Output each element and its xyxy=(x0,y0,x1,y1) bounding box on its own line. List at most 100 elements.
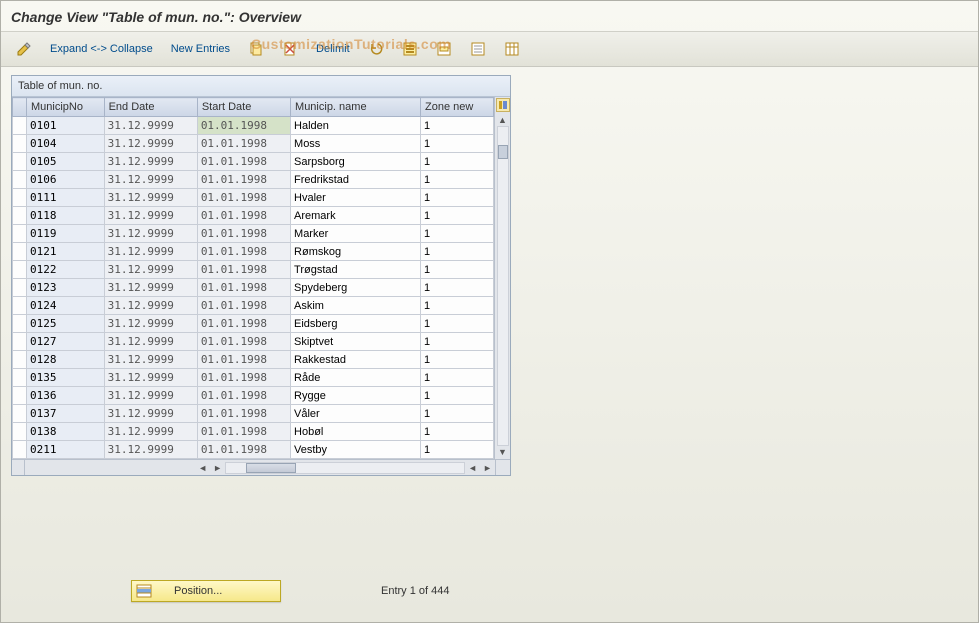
cell-municipname[interactable]: Spydeberg xyxy=(291,279,421,297)
table-row[interactable]: 010431.12.999901.01.1998Moss1 xyxy=(13,135,494,153)
cell-zonenew[interactable]: 1 xyxy=(421,279,494,297)
table-row[interactable]: 012831.12.999901.01.1998Rakkestad1 xyxy=(13,351,494,369)
table-row[interactable]: 012131.12.999901.01.1998Rømskog1 xyxy=(13,243,494,261)
cell-municipno[interactable]: 0211 xyxy=(27,441,105,459)
table-row[interactable]: 013731.12.999901.01.1998Våler1 xyxy=(13,405,494,423)
cell-zonenew[interactable]: 1 xyxy=(421,225,494,243)
row-selector[interactable] xyxy=(13,315,27,333)
row-selector[interactable] xyxy=(13,351,27,369)
row-selector[interactable] xyxy=(13,135,27,153)
cell-zonenew[interactable]: 1 xyxy=(421,333,494,351)
cell-municipname[interactable]: Hvaler xyxy=(291,189,421,207)
cell-municipno[interactable]: 0128 xyxy=(27,351,105,369)
select-block-button[interactable] xyxy=(429,38,459,60)
cell-zonenew[interactable]: 1 xyxy=(421,423,494,441)
vscroll-thumb[interactable] xyxy=(498,145,508,159)
col-municipno[interactable]: MunicipNo xyxy=(27,98,105,117)
cell-zonenew[interactable]: 1 xyxy=(421,171,494,189)
cell-municipno[interactable]: 0105 xyxy=(27,153,105,171)
table-row[interactable]: 010631.12.999901.01.1998Fredrikstad1 xyxy=(13,171,494,189)
row-selector[interactable] xyxy=(13,441,27,459)
table-row[interactable]: 010531.12.999901.01.1998Sarpsborg1 xyxy=(13,153,494,171)
table-row[interactable]: 011931.12.999901.01.1998Marker1 xyxy=(13,225,494,243)
cell-zonenew[interactable]: 1 xyxy=(421,153,494,171)
table-row[interactable]: 010131.12.999901.01.1998Halden1 xyxy=(13,117,494,135)
cell-municipno[interactable]: 0136 xyxy=(27,387,105,405)
cell-municipname[interactable]: Sarpsborg xyxy=(291,153,421,171)
cell-zonenew[interactable]: 1 xyxy=(421,189,494,207)
col-enddate[interactable]: End Date xyxy=(104,98,197,117)
expand-collapse-button[interactable]: Expand <-> Collapse xyxy=(43,40,160,58)
cell-zonenew[interactable]: 1 xyxy=(421,387,494,405)
cell-municipname[interactable]: Skiptvet xyxy=(291,333,421,351)
cell-municipname[interactable]: Eidsberg xyxy=(291,315,421,333)
table-row[interactable]: 011131.12.999901.01.1998Hvaler1 xyxy=(13,189,494,207)
table-row[interactable]: 012231.12.999901.01.1998Trøgstad1 xyxy=(13,261,494,279)
table-row[interactable]: 012731.12.999901.01.1998Skiptvet1 xyxy=(13,333,494,351)
scroll-right-icon[interactable]: ► xyxy=(210,463,225,473)
cell-municipname[interactable]: Rømskog xyxy=(291,243,421,261)
row-selector[interactable] xyxy=(13,171,27,189)
delete-button[interactable] xyxy=(275,38,305,60)
undo-change-button[interactable] xyxy=(361,38,391,60)
cell-municipname[interactable]: Moss xyxy=(291,135,421,153)
cell-zonenew[interactable]: 1 xyxy=(421,135,494,153)
cell-municipno[interactable]: 0125 xyxy=(27,315,105,333)
table-settings-button[interactable] xyxy=(497,38,527,60)
table-row[interactable]: 021131.12.999901.01.1998Vestby1 xyxy=(13,441,494,459)
select-all-button[interactable] xyxy=(395,38,425,60)
vscroll-track[interactable] xyxy=(497,126,509,446)
cell-municipname[interactable]: Rakkestad xyxy=(291,351,421,369)
cell-municipno[interactable]: 0137 xyxy=(27,405,105,423)
position-button[interactable]: Position... xyxy=(131,580,281,602)
cell-municipno[interactable]: 0101 xyxy=(27,117,105,135)
scroll-up-icon[interactable]: ▲ xyxy=(498,114,507,126)
horizontal-scrollbar[interactable]: ◄ ► ◄ ► xyxy=(12,459,510,475)
cell-municipname[interactable]: Askim xyxy=(291,297,421,315)
cell-zonenew[interactable]: 1 xyxy=(421,117,494,135)
cell-zonenew[interactable]: 1 xyxy=(421,297,494,315)
delimit-button[interactable]: Delimit xyxy=(309,40,357,58)
cell-zonenew[interactable]: 1 xyxy=(421,369,494,387)
row-selector[interactable] xyxy=(13,207,27,225)
cell-municipno[interactable]: 0138 xyxy=(27,423,105,441)
cell-municipname[interactable]: Vestby xyxy=(291,441,421,459)
row-selector[interactable] xyxy=(13,189,27,207)
scroll-left2-icon[interactable]: ◄ xyxy=(465,463,480,473)
row-selector[interactable] xyxy=(13,333,27,351)
vertical-scrollbar[interactable]: ▲ ▼ xyxy=(494,97,510,459)
row-selector[interactable] xyxy=(13,225,27,243)
col-municipname[interactable]: Municip. name xyxy=(291,98,421,117)
new-entries-button[interactable]: New Entries xyxy=(164,40,237,58)
table-row[interactable]: 013831.12.999901.01.1998Hobøl1 xyxy=(13,423,494,441)
row-selector[interactable] xyxy=(13,243,27,261)
row-selector[interactable] xyxy=(13,405,27,423)
col-startdate[interactable]: Start Date xyxy=(197,98,290,117)
cell-zonenew[interactable]: 1 xyxy=(421,405,494,423)
cell-zonenew[interactable]: 1 xyxy=(421,441,494,459)
cell-municipname[interactable]: Våler xyxy=(291,405,421,423)
scroll-left-icon[interactable]: ◄ xyxy=(195,463,210,473)
cell-municipno[interactable]: 0127 xyxy=(27,333,105,351)
cell-municipname[interactable]: Trøgstad xyxy=(291,261,421,279)
col-zonenew[interactable]: Zone new xyxy=(421,98,494,117)
cell-municipno[interactable]: 0111 xyxy=(27,189,105,207)
cell-municipno[interactable]: 0119 xyxy=(27,225,105,243)
cell-municipno[interactable]: 0106 xyxy=(27,171,105,189)
table-row[interactable]: 012431.12.999901.01.1998Askim1 xyxy=(13,297,494,315)
cell-municipname[interactable]: Halden xyxy=(291,117,421,135)
row-selector[interactable] xyxy=(13,423,27,441)
cell-zonenew[interactable]: 1 xyxy=(421,351,494,369)
row-selector[interactable] xyxy=(13,369,27,387)
table-row[interactable]: 012331.12.999901.01.1998Spydeberg1 xyxy=(13,279,494,297)
row-selector-header[interactable] xyxy=(13,98,27,117)
configure-columns-button[interactable] xyxy=(496,98,510,112)
cell-municipno[interactable]: 0122 xyxy=(27,261,105,279)
row-selector[interactable] xyxy=(13,387,27,405)
deselect-all-button[interactable] xyxy=(463,38,493,60)
scroll-right2-icon[interactable]: ► xyxy=(480,463,495,473)
cell-municipname[interactable]: Fredrikstad xyxy=(291,171,421,189)
cell-zonenew[interactable]: 1 xyxy=(421,261,494,279)
toggle-display-change-button[interactable] xyxy=(9,38,39,60)
cell-municipname[interactable]: Rygge xyxy=(291,387,421,405)
